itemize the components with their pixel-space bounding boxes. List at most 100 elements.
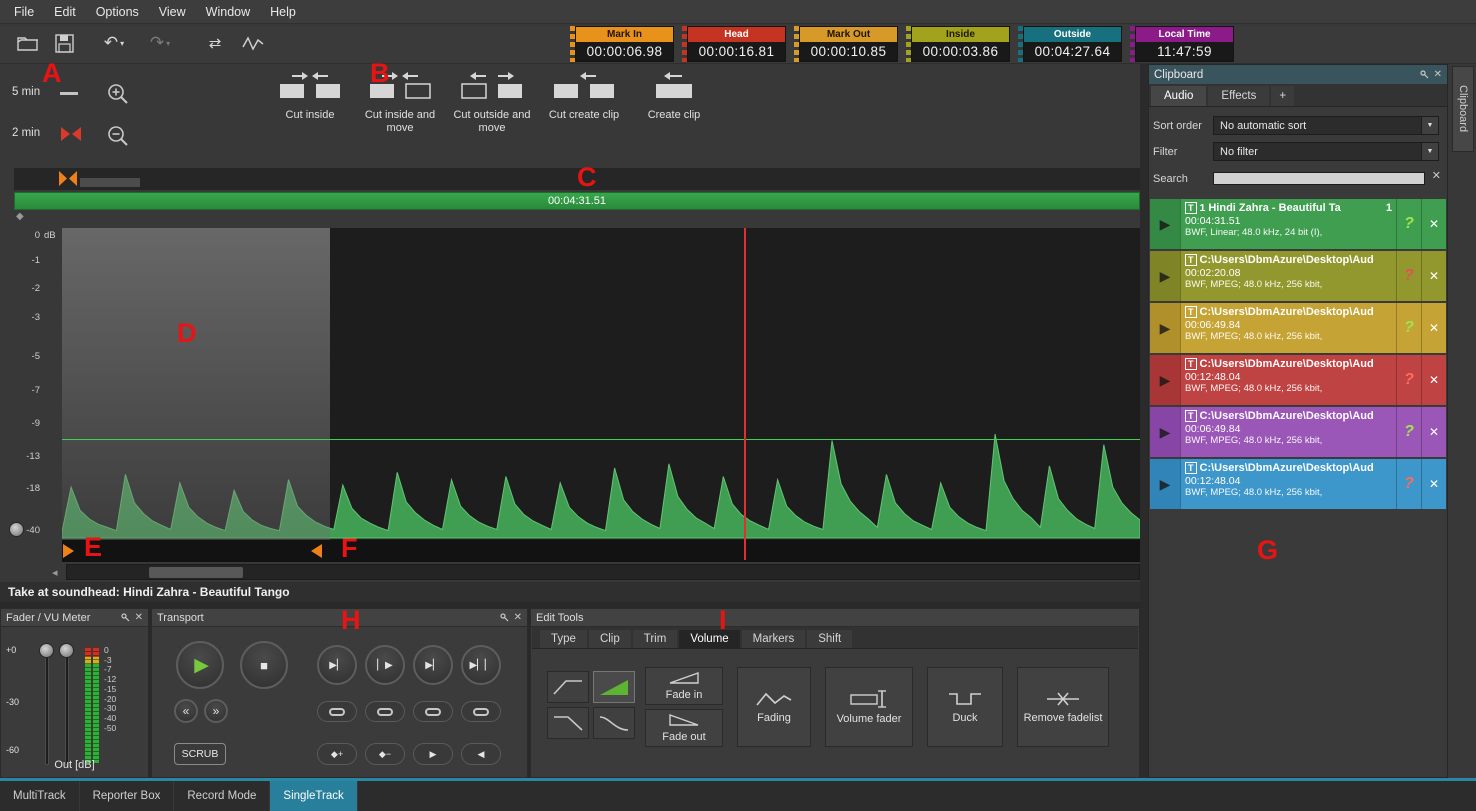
fader-knob-left[interactable] [39,643,54,658]
volume-fader-button[interactable]: Volume fader [825,667,913,747]
volume-knob[interactable] [9,522,24,537]
tab-reporter-box[interactable]: Reporter Box [80,781,175,811]
range-slider-icon[interactable] [60,92,78,95]
tab-shift[interactable]: Shift [807,630,852,648]
position-bar[interactable]: 00:04:31.51 [14,192,1140,210]
close-icon[interactable]: ✕ [1434,69,1442,80]
zoom-preset-5min[interactable]: 5 min [12,86,40,98]
cut-create-clip-button[interactable]: Cut create clip [540,70,628,162]
redo-button[interactable]: ↷▾ [142,30,178,56]
timeline-view-range[interactable] [80,178,140,187]
selection-region[interactable] [62,228,330,540]
loop-2-button[interactable] [365,701,405,722]
fade-shape-linear-out-button[interactable] [547,707,589,739]
listen-icon[interactable]: ? [1396,459,1421,509]
next-marker-button[interactable]: ▶ [413,743,453,765]
clip-play-button[interactable]: ▶ [1150,355,1180,405]
pin-icon[interactable] [500,613,509,622]
close-icon[interactable]: ✕ [514,612,522,623]
play-selection-button[interactable]: ▶▏▏ [461,645,501,685]
tab-singletrack[interactable]: SingleTrack [270,781,357,811]
menu-window[interactable]: Window [196,1,260,23]
pin-icon[interactable] [121,613,130,622]
clip-play-button[interactable]: ▶ [1150,303,1180,353]
clip-remove-button[interactable]: ✕ [1421,355,1446,405]
close-icon[interactable]: ✕ [135,612,143,623]
transfer-button[interactable]: ⇄ [200,30,230,56]
fade-shape-curve-button[interactable] [593,707,635,739]
tab-record-mode[interactable]: Record Mode [174,781,270,811]
search-input[interactable] [1213,172,1425,185]
play-button[interactable]: ▶ [176,641,224,689]
clip-play-button[interactable]: ▶ [1150,407,1180,457]
tab-markers[interactable]: Markers [742,630,806,648]
fader-knob-right[interactable] [59,643,74,658]
play-to-mark-button[interactable]: ▶▏ [317,645,357,685]
fade-in-button[interactable]: Fade in [645,667,723,705]
create-clip-button[interactable]: Create clip [630,70,718,162]
tab-multitrack[interactable]: MultiTrack [0,781,80,811]
tab-effects[interactable]: Effects [1208,86,1269,106]
clip-remove-button[interactable]: ✕ [1421,459,1446,509]
clip-play-button[interactable]: ▶ [1150,251,1180,301]
cut-outside-move-button[interactable]: Cut outside and move [448,70,536,162]
add-marker-button[interactable]: ◆+ [317,743,357,765]
remove-fadelist-button[interactable]: Remove fadelist [1017,667,1109,747]
clipboard-item[interactable]: ▶ TC:\Users\DbmAzure\Desktop\Aud 00:12:4… [1150,459,1446,509]
filter-dropdown[interactable]: No filter ▼ [1213,142,1439,161]
fade-out-button[interactable]: Fade out [645,709,723,747]
play-from-mark-button[interactable]: ▏▶ [365,645,405,685]
shuttle-back-button[interactable]: « [174,699,198,723]
scrollbar-left-arrow[interactable]: ◂ [52,566,58,579]
menu-view[interactable]: View [149,1,196,23]
clip-remove-button[interactable]: ✕ [1421,251,1446,301]
open-button[interactable] [14,30,42,56]
clip-remove-button[interactable]: ✕ [1421,303,1446,353]
clip-remove-button[interactable]: ✕ [1421,407,1446,457]
undo-dropdown-caret-icon[interactable]: ▾ [120,39,124,48]
loop-3-button[interactable] [413,701,453,722]
clipboard-side-tab[interactable]: Clipboard [1452,66,1474,152]
listen-icon[interactable]: ? [1396,303,1421,353]
listen-icon[interactable]: ? [1396,251,1421,301]
play-over-mark-button[interactable]: ▶▏ [413,645,453,685]
tab-audio[interactable]: Audio [1151,86,1206,106]
clear-search-icon[interactable]: ✕ [1432,169,1441,182]
clip-play-button[interactable]: ▶ [1150,459,1180,509]
fader-track-right[interactable] [65,647,69,765]
fading-button[interactable]: Fading [737,667,811,747]
pin-icon[interactable] [1420,70,1429,79]
clipboard-item[interactable]: ▶ TC:\Users\DbmAzure\Desktop\Aud 00:06:4… [1150,407,1446,457]
tab-clip[interactable]: Clip [589,630,631,648]
undo-button[interactable]: ↶▾ [96,30,132,56]
scrollbar-handle[interactable] [149,567,243,578]
zoom-out-button[interactable] [106,124,130,151]
tab-trim[interactable]: Trim [633,630,678,648]
listen-icon[interactable]: ? [1396,355,1421,405]
fade-shape-filled-button[interactable] [593,671,635,703]
zoom-in-button[interactable] [106,82,130,109]
playhead-cursor[interactable] [744,228,746,560]
save-button[interactable] [50,30,78,56]
prev-marker-button[interactable]: ◀ [461,743,501,765]
loop-4-button[interactable] [461,701,501,722]
timeline-marker-button[interactable] [58,170,78,190]
fader-track-left[interactable] [45,647,49,765]
clipboard-item[interactable]: ▶ T1Hindi Zahra - Beautiful Ta1 00:04:31… [1150,199,1446,249]
duck-button[interactable]: Duck [927,667,1003,747]
menu-help[interactable]: Help [260,1,306,23]
clip-remove-button[interactable]: ✕ [1421,199,1446,249]
add-tab-button[interactable]: + [1271,86,1294,106]
volume-envelope-line[interactable] [62,439,1140,440]
menu-options[interactable]: Options [86,1,149,23]
cut-inside-button[interactable]: Cut inside [266,70,354,162]
horizontal-scrollbar[interactable] [66,564,1140,580]
shuttle-forward-button[interactable]: » [204,699,228,723]
menu-edit[interactable]: Edit [44,1,86,23]
mark-in-triangle-icon[interactable] [63,544,74,558]
listen-icon[interactable]: ? [1396,407,1421,457]
listen-icon[interactable]: ? [1396,199,1421,249]
menu-file[interactable]: File [4,1,44,23]
clipboard-item[interactable]: ▶ TC:\Users\DbmAzure\Desktop\Aud 00:02:2… [1150,251,1446,301]
diamond-marker-icon[interactable]: ◆ [16,211,24,222]
